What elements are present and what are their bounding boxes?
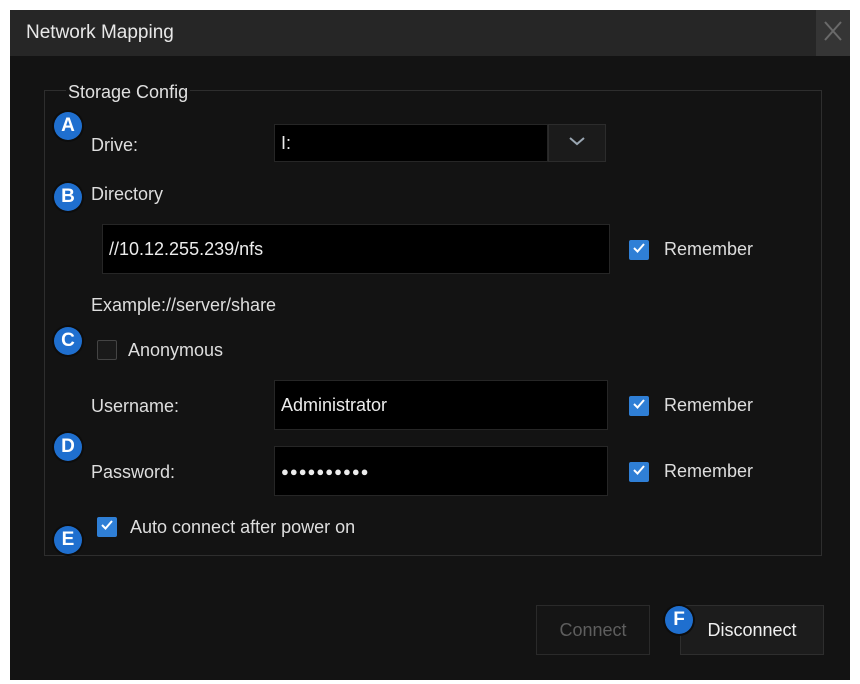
- auto-connect-checkbox[interactable]: [97, 517, 117, 537]
- password-value: ●●●●●●●●●●: [281, 463, 370, 479]
- badge-e: E: [54, 526, 82, 554]
- badge-c: C: [54, 327, 82, 355]
- badge-d: D: [54, 433, 82, 461]
- close-button[interactable]: [816, 10, 850, 56]
- directory-remember-checkbox[interactable]: [629, 240, 649, 260]
- connect-button[interactable]: Connect: [536, 605, 650, 655]
- disconnect-label: Disconnect: [707, 619, 797, 640]
- auto-connect-label: Auto connect after power on: [130, 517, 356, 537]
- connect-label: Connect: [559, 619, 627, 640]
- drive-label: Drive:: [91, 135, 139, 155]
- title-bar: Network Mapping: [10, 10, 850, 56]
- directory-value: //10.12.255.239/nfs: [109, 238, 264, 259]
- drive-select[interactable]: I:: [274, 124, 548, 162]
- username-value: Administrator: [281, 394, 388, 415]
- badge-b: B: [54, 183, 82, 211]
- drive-value: I:: [281, 132, 292, 153]
- badge-a: A: [54, 112, 82, 140]
- disconnect-button[interactable]: Disconnect: [680, 605, 824, 655]
- directory-example-text: Example://server/share: [91, 295, 277, 315]
- drive-dropdown-button[interactable]: [548, 124, 606, 162]
- checkmark-icon: [100, 518, 114, 536]
- username-remember-label: Remember: [664, 395, 754, 415]
- directory-input[interactable]: //10.12.255.239/nfs: [102, 224, 610, 274]
- password-remember-label: Remember: [664, 461, 754, 481]
- password-label: Password:: [91, 462, 176, 482]
- checkmark-icon: [632, 463, 646, 481]
- checkmark-icon: [632, 241, 646, 259]
- badge-f: F: [665, 606, 693, 634]
- dialog-title: Network Mapping: [26, 22, 174, 43]
- username-remember-checkbox[interactable]: [629, 396, 649, 416]
- directory-remember-label: Remember: [664, 239, 754, 259]
- anonymous-checkbox[interactable]: [97, 340, 117, 360]
- anonymous-label: Anonymous: [128, 340, 224, 360]
- close-icon: [822, 19, 844, 48]
- username-input[interactable]: Administrator: [274, 380, 608, 430]
- username-label: Username:: [91, 396, 180, 416]
- chevron-down-icon: [568, 134, 586, 152]
- directory-label: Directory: [91, 184, 164, 204]
- checkmark-icon: [632, 397, 646, 415]
- password-input[interactable]: ●●●●●●●●●●: [274, 446, 608, 496]
- password-remember-checkbox[interactable]: [629, 462, 649, 482]
- storage-config-title: Storage Config: [66, 82, 191, 103]
